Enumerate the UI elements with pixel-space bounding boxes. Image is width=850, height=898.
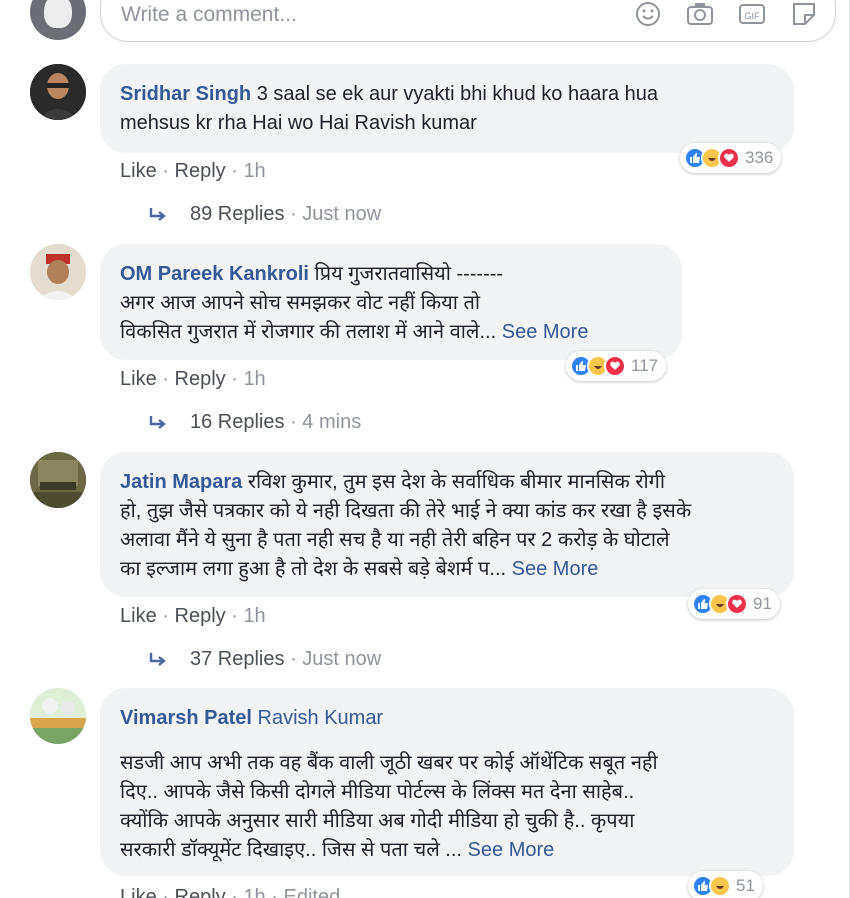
comment-text: विकसित गुजरात में रोजगार की तलाश में आने…	[120, 321, 497, 343]
comment-actions: Like · Reply · 1h	[120, 368, 266, 391]
reactions-summary[interactable]: 51	[688, 871, 763, 898]
avatar[interactable]	[30, 244, 86, 300]
comment-time[interactable]: 1h	[243, 160, 265, 182]
view-replies[interactable]: 37 Replies · Just now	[148, 648, 381, 671]
comment-actions: Like · Reply · 1h	[120, 605, 266, 628]
view-replies[interactable]: 16 Replies · 4 mins	[148, 411, 361, 434]
replies-time: 4 mins	[302, 411, 362, 433]
comment-text: सडजी आप अभी तक वह बैंक वाली जूठी खबर पर …	[120, 752, 658, 774]
gif-icon[interactable]: GIF	[737, 1, 767, 27]
reply-link[interactable]: Reply	[175, 605, 226, 627]
reaction-count: 51	[736, 876, 755, 895]
separator: ·	[231, 605, 238, 627]
comment-bubble: Jatin Mapara रविश कुमार, तुम इस देश के स…	[100, 452, 794, 597]
haha-reaction-icon	[709, 875, 731, 897]
comment-bubble: Sridhar Singh 3 saal se ek aur vyakti bh…	[100, 64, 794, 153]
like-link[interactable]: Like	[120, 886, 157, 898]
separator: ·	[162, 886, 169, 898]
sticker-icon[interactable]	[789, 1, 819, 27]
separator: ·	[162, 160, 169, 182]
reply-link[interactable]: Reply	[175, 160, 226, 182]
comment-text: 3 saal se ek aur vyakti bhi khud ko haar…	[256, 83, 659, 105]
comments-panel: Write a comment... GIF Sridhar Singh 3 s…	[0, 0, 850, 898]
replies-time: Just now	[302, 648, 382, 670]
view-replies[interactable]: 89 Replies · Just now	[148, 203, 381, 226]
separator: ·	[231, 368, 238, 390]
comment-author[interactable]: OM Pareek Kankroli	[120, 263, 309, 285]
comment-text: दिए.. आपके जैसे किसी दोगले मीडिया पोर्टल…	[120, 781, 635, 803]
replies-count[interactable]: 16 Replies	[190, 411, 285, 434]
reply-arrow-icon	[149, 207, 166, 221]
separator: ·	[231, 886, 238, 898]
comment-actions: Like · Reply · 1h · Edited	[120, 886, 340, 898]
comment-text: क्योंकि आपके अनुसार सारी मीडिया अब गोदी …	[120, 810, 635, 832]
comment-actions: Like · Reply · 1h	[120, 160, 266, 183]
see-more-link[interactable]: See More	[512, 558, 599, 580]
comment-text: प्रिय गुजरातवासियो -------	[314, 263, 504, 285]
separator: ·	[162, 605, 169, 627]
reactions-summary[interactable]: 117	[566, 351, 667, 381]
reaction-count: 117	[631, 356, 659, 375]
love-reaction-icon	[604, 355, 626, 377]
comment-text: अगर आज आपने सोच समझकर वोट नहीं किया तो	[120, 292, 481, 314]
svg-text:GIF: GIF	[745, 11, 761, 21]
comment-text: सरकारी डॉक्यूमेंट दिखाइए.. जिस से पता चल…	[120, 839, 462, 861]
comment-author[interactable]: Sridhar Singh	[120, 83, 251, 105]
emoji-icon[interactable]	[633, 1, 663, 27]
comment-text: हो, तुझ जैसे पत्रकार को ये नही दिखता की …	[120, 500, 692, 522]
comment-text: अलावा मैंने ये सुना है पता नही सच है या …	[120, 529, 670, 551]
separator: ·	[162, 368, 169, 390]
like-link[interactable]: Like	[120, 605, 157, 627]
comment-placeholder: Write a comment...	[121, 3, 297, 26]
camera-icon[interactable]	[685, 1, 715, 27]
separator: ·	[231, 160, 238, 182]
reaction-count: 91	[753, 594, 772, 613]
comment-time[interactable]: 1h	[243, 605, 265, 627]
current-user-avatar	[30, 0, 86, 40]
comment-bubble: OM Pareek Kankroli प्रिय गुजरातवासियो --…	[100, 244, 682, 360]
comment-text: का इल्जाम लगा हुआ है तो देश के सबसे बड़े…	[120, 558, 507, 580]
avatar[interactable]	[30, 688, 86, 744]
comment-author[interactable]: Jatin Mapara	[120, 471, 242, 493]
mention-link[interactable]: Ravish Kumar	[258, 707, 384, 729]
comment-time[interactable]: 1h	[243, 886, 265, 898]
replies-time: Just now	[302, 203, 382, 225]
reactions-summary[interactable]: 336	[680, 143, 782, 173]
replies-count[interactable]: 37 Replies	[190, 648, 285, 671]
reaction-count: 336	[745, 148, 774, 167]
like-link[interactable]: Like	[120, 368, 157, 390]
avatar[interactable]	[30, 452, 86, 508]
replies-count[interactable]: 89 Replies	[190, 203, 285, 226]
see-more-link[interactable]: See More	[502, 321, 589, 343]
love-reaction-icon	[726, 593, 748, 615]
reply-link[interactable]: Reply	[175, 886, 226, 898]
like-link[interactable]: Like	[120, 160, 157, 182]
comment-text: mehsus kr rha Hai wo Hai Ravish kumar	[120, 112, 477, 134]
see-more-link[interactable]: See More	[468, 839, 555, 861]
reply-link[interactable]: Reply	[175, 368, 226, 390]
reply-arrow-icon	[149, 415, 166, 429]
separator: ·	[271, 886, 278, 898]
comment-text: रविश कुमार, तुम इस देश के सर्वाधिक बीमार…	[247, 471, 666, 493]
comment-input[interactable]: Write a comment... GIF	[100, 0, 836, 42]
comment-time[interactable]: 1h	[243, 368, 265, 390]
comment-author[interactable]: Vimarsh Patel	[120, 707, 252, 729]
edited-label[interactable]: Edited	[283, 886, 340, 898]
love-reaction-icon	[718, 147, 740, 169]
comment-bubble: Vimarsh Patel Ravish Kumar सडजी आप अभी त…	[100, 688, 794, 876]
reply-arrow-icon	[149, 652, 166, 666]
avatar[interactable]	[30, 64, 86, 120]
reactions-summary[interactable]: 91	[688, 589, 780, 619]
